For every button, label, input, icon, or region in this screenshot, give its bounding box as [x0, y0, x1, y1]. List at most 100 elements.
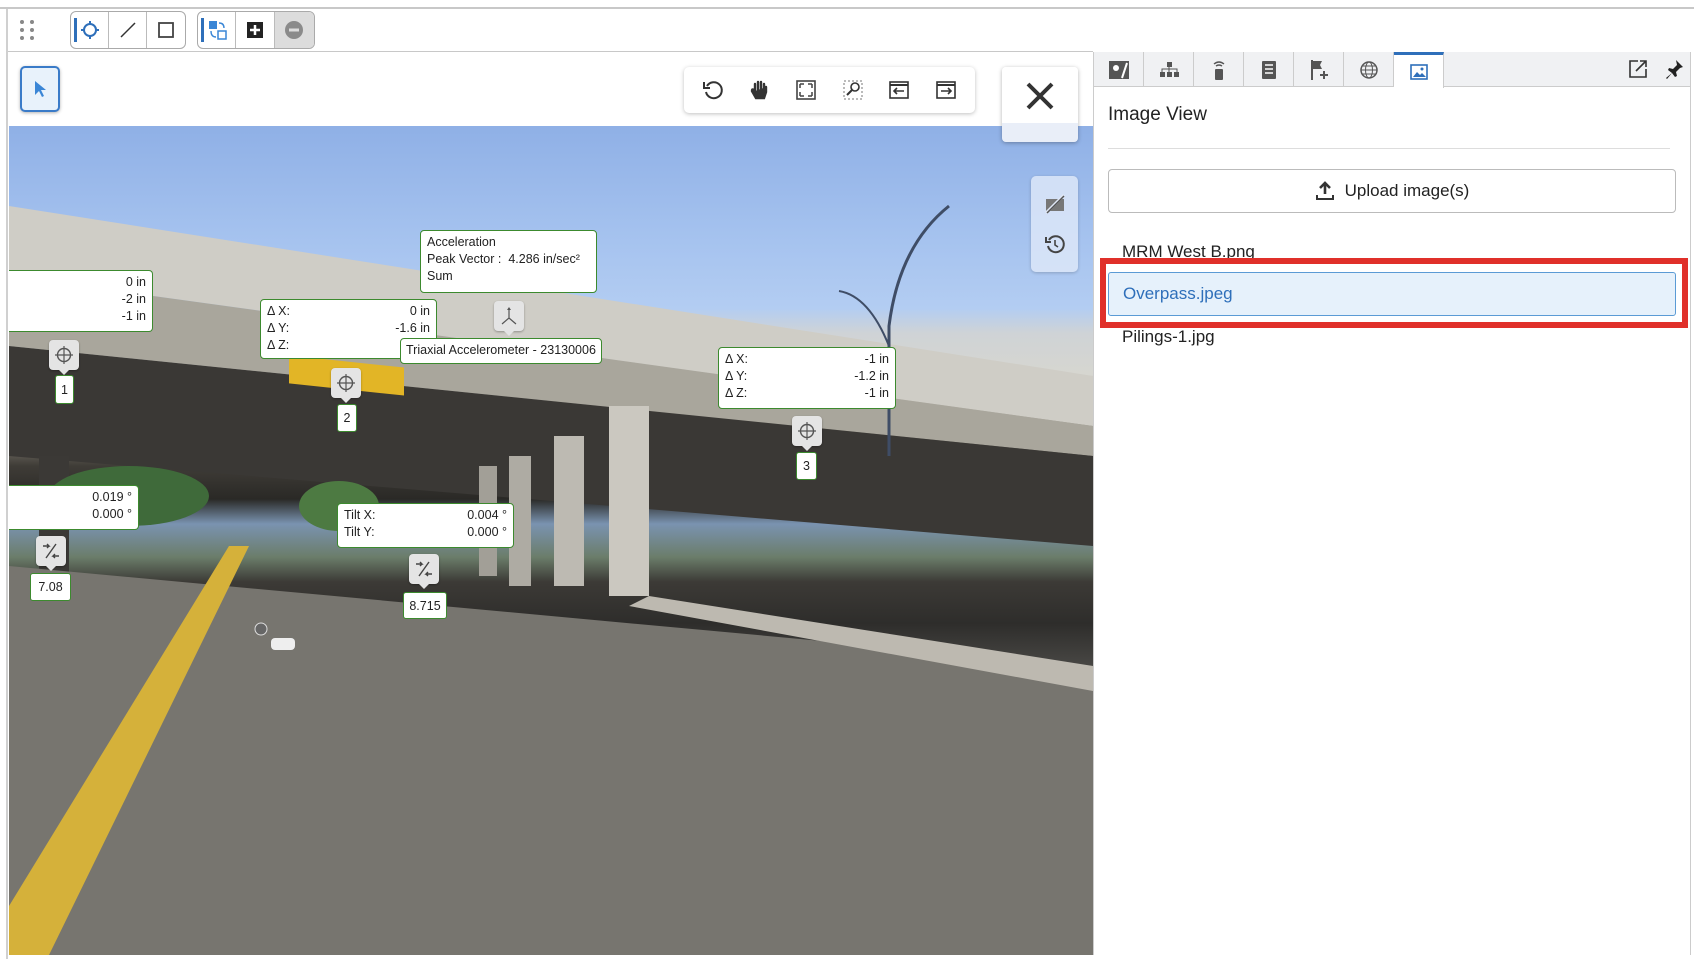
fit-to-screen-icon[interactable] [795, 79, 817, 101]
delta-z-label: Δ Z: [267, 338, 290, 352]
tilt-sensor-icon [43, 543, 59, 559]
delta-y-label: Δ Y: [725, 369, 748, 383]
panel-title: Image View [1108, 104, 1207, 125]
displacement-box-1[interactable]: 0 in -2 in -1 in [9, 270, 153, 332]
close-icon [1026, 82, 1054, 110]
tab-image-view[interactable] [1394, 52, 1444, 88]
tab-flags[interactable] [1294, 52, 1344, 87]
tilt-value-label-2: 8.715 [403, 592, 447, 619]
image-icon [1409, 63, 1428, 80]
pin-icon [1666, 60, 1683, 79]
rectangle-icon [158, 22, 174, 38]
external-window-icon [1629, 60, 1647, 78]
delta-x-label: Δ X: [267, 304, 290, 318]
delta-y-value: -1.6 in [395, 321, 430, 335]
cursor-arrow-icon [35, 81, 46, 97]
delta-z-value: -1 in [121, 309, 146, 323]
tilt-sensor-icon [416, 561, 432, 577]
wireless-sensor-icon [1213, 60, 1224, 80]
side-toolbar [1031, 176, 1078, 272]
top-border [0, 7, 1694, 9]
point-tool-button[interactable] [71, 12, 109, 48]
map-pin-icon [1108, 60, 1129, 79]
tab-hierarchy[interactable] [1144, 52, 1194, 87]
close-viewer-button[interactable] [1002, 67, 1078, 142]
tilt-marker-1[interactable] [36, 536, 66, 571]
tilt-marker-2[interactable] [409, 554, 439, 589]
upload-images-button[interactable]: Upload image(s) [1108, 169, 1676, 213]
delta-x-value: 0 in [125, 275, 146, 289]
accelerometer-tooltip: Triaxial Accelerometer - 23130006 [400, 338, 602, 364]
swap-button[interactable] [198, 12, 237, 48]
tilt-box-1[interactable]: 0.019 ° 0.000 ° [9, 485, 139, 530]
tilt-box-2[interactable]: Tilt X: 0.004 ° Tilt Y: 0.000 ° [337, 503, 514, 548]
swap-icon [208, 21, 227, 40]
tilt-x-value: 0.004 ° [467, 508, 507, 522]
rectangle-tool-button[interactable] [147, 12, 185, 48]
select-tool-button[interactable] [20, 66, 60, 112]
tilt-x-label: Tilt X: [344, 508, 376, 522]
drawing-tools-group [70, 11, 186, 49]
delta-x-label: Δ X: [725, 352, 748, 366]
delta-y-value: -1.2 in [854, 369, 889, 383]
zoom-area-icon[interactable] [842, 79, 864, 101]
sensor-marker-2[interactable] [331, 368, 361, 403]
delta-z-value: -1 in [864, 386, 889, 400]
panel-divider [1108, 148, 1670, 149]
tab-map[interactable] [1094, 52, 1144, 87]
peak-vector-value: 4.286 in/sec² [508, 252, 580, 266]
tab-list[interactable] [1244, 52, 1294, 87]
tab-sensors[interactable] [1194, 52, 1244, 87]
tilt-value-label-1: 7.08 [30, 573, 71, 601]
highlight-box [1100, 258, 1688, 328]
delta-y-label: Δ Y: [267, 321, 290, 335]
marker-label-3: 3 [796, 452, 817, 480]
remove-icon [285, 21, 304, 39]
hierarchy-icon [1159, 61, 1179, 77]
upload-label: Upload image(s) [1344, 181, 1470, 200]
pan-hand-icon[interactable] [749, 79, 771, 101]
grip-icon[interactable] [20, 20, 36, 42]
delta-x-value: -1 in [864, 352, 889, 366]
pin-button[interactable] [1658, 52, 1690, 86]
tab-globe[interactable] [1344, 52, 1394, 87]
peak-vector-label: Peak Vector : [427, 252, 502, 266]
remove-button[interactable] [274, 12, 314, 48]
tilt-x-value: 0.019 ° [92, 490, 132, 504]
acceleration-mode: Sum [427, 269, 453, 283]
line-tool-button[interactable] [109, 12, 147, 48]
image-toolbar [684, 67, 975, 113]
hide-annotations-icon[interactable] [1044, 193, 1066, 215]
rotate-icon[interactable] [702, 79, 724, 101]
left-border [6, 9, 8, 959]
upload-icon [1315, 181, 1334, 200]
side-panel: Image View Upload image(s) MRM West B.pn… [1093, 52, 1691, 955]
sensor-marker-3[interactable] [792, 416, 822, 451]
delta-z-label: Δ Z: [725, 386, 748, 400]
pop-out-button[interactable] [1618, 52, 1658, 86]
tilt-y-value: 0.000 ° [92, 507, 132, 521]
add-button[interactable] [236, 12, 275, 48]
globe-icon [1359, 60, 1378, 79]
delta-y-value: -2 in [121, 292, 146, 306]
displacement-box-3[interactable]: Δ X: -1 in Δ Y: -1.2 in Δ Z: -1 in [718, 347, 896, 409]
accelerometer-marker[interactable] [494, 301, 524, 336]
crosshair-icon [337, 374, 355, 392]
line-icon [119, 22, 136, 38]
toolbar-divider [8, 51, 1093, 52]
panel-tabs [1094, 52, 1690, 88]
crosshair-icon [798, 422, 816, 440]
triaxial-axes-icon [501, 307, 517, 325]
previous-image-icon[interactable] [888, 79, 910, 101]
history-icon[interactable] [1044, 233, 1066, 255]
marker-label-2: 2 [337, 404, 357, 432]
add-icon [247, 22, 264, 38]
tilt-y-label: Tilt Y: [344, 525, 375, 539]
marker-label-1: 1 [55, 375, 74, 404]
sensor-marker-1[interactable] [49, 340, 79, 375]
delta-x-value: 0 in [409, 304, 430, 318]
next-image-icon[interactable] [935, 79, 957, 101]
crosshair-icon [55, 346, 73, 364]
tilt-y-value: 0.000 ° [467, 525, 507, 539]
acceleration-box[interactable]: Acceleration Peak Vector : 4.286 in/sec²… [420, 230, 597, 293]
